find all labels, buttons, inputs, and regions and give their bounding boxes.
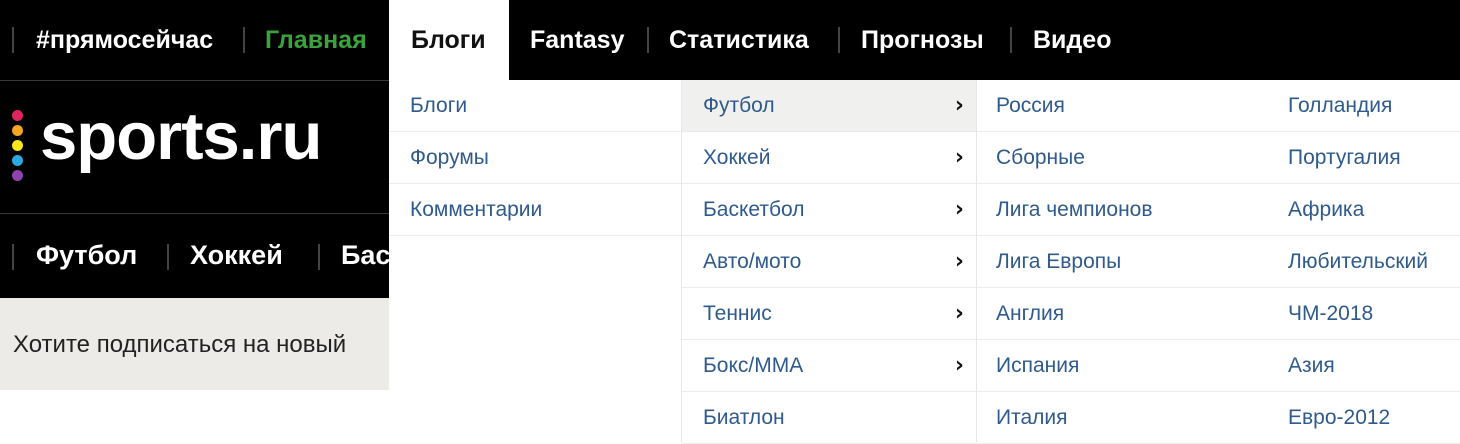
- blogs-dropdown-menu: Блоги Форумы Комментарии Футбол › Хоккей ›…: [389, 80, 1460, 444]
- subnav-separator: [318, 244, 320, 270]
- menu-item-label: Любительский: [1288, 250, 1428, 273]
- menu-item-label: Форумы: [410, 146, 489, 169]
- chevron-right-icon: ›: [954, 353, 964, 378]
- nav-item-home[interactable]: Главная: [265, 26, 367, 55]
- nav-separator: [1010, 27, 1012, 53]
- nav-item-predictions[interactable]: Прогнозы: [861, 26, 984, 55]
- menu-item-football[interactable]: Футбол ›: [682, 80, 976, 132]
- menu-item-champions-league[interactable]: Лига чемпионов: [976, 184, 1268, 236]
- logo-text: sports.ru: [40, 99, 322, 174]
- menu-item-netherlands[interactable]: Голландия: [1268, 80, 1460, 132]
- menu-item-amateur[interactable]: Любительский: [1268, 236, 1460, 288]
- menu-item-label: Бокс/ММА: [703, 354, 804, 377]
- nav-item-live[interactable]: #прямосейчас: [36, 26, 213, 55]
- menu-item-label: Хоккей: [703, 146, 771, 169]
- header-divider: [0, 213, 390, 214]
- menu-item-label: Африка: [1288, 198, 1365, 221]
- menu-item-auto-moto[interactable]: Авто/мото ›: [682, 236, 976, 288]
- menu-item-label: Лига Европы: [996, 250, 1122, 273]
- chevron-right-icon: ›: [954, 145, 964, 170]
- menu-item-label: Португалия: [1288, 146, 1401, 169]
- menu-item-label: Лига чемпионов: [996, 198, 1153, 221]
- logo-dot-icon: [12, 140, 23, 151]
- menu-item-label: Футбол: [703, 94, 775, 117]
- menu-item-italy[interactable]: Италия: [976, 392, 1268, 444]
- chevron-right-icon: ›: [954, 197, 964, 222]
- menu-item-label: Англия: [996, 302, 1065, 325]
- menu-item-label: Блоги: [410, 94, 468, 117]
- menu-item-africa[interactable]: Африка: [1268, 184, 1460, 236]
- nav-separator: [838, 27, 840, 53]
- menu-item-hockey[interactable]: Хоккей ›: [682, 132, 976, 184]
- menu-item-national-teams[interactable]: Сборные: [976, 132, 1268, 184]
- chevron-right-icon: ›: [954, 249, 964, 274]
- menu-item-biathlon[interactable]: Биатлон: [682, 392, 976, 444]
- menu-item-label: Россия: [996, 94, 1065, 117]
- menu-item-asia[interactable]: Азия: [1268, 340, 1460, 392]
- menu-item-label: Голландия: [1288, 94, 1393, 117]
- menu-item-russia[interactable]: Россия: [976, 80, 1268, 132]
- menu-item-label: Авто/мото: [703, 250, 802, 273]
- menu-item-label: Теннис: [703, 302, 772, 325]
- nav-separator: [243, 27, 245, 53]
- menu-item-forums[interactable]: Форумы: [389, 132, 681, 184]
- menu-item-england[interactable]: Англия: [976, 288, 1268, 340]
- subnav-separator: [167, 244, 169, 270]
- logo-dot-icon: [12, 170, 23, 181]
- menu-item-label: Испания: [996, 354, 1080, 377]
- subnav-item-football[interactable]: Футбол: [36, 240, 137, 271]
- menu-item-tennis[interactable]: Теннис ›: [682, 288, 976, 340]
- menu-item-label: Италия: [996, 406, 1068, 429]
- menu-item-comments[interactable]: Комментарии: [389, 184, 681, 236]
- menu-item-label: Комментарии: [410, 198, 543, 221]
- subnav-item-hockey[interactable]: Хоккей: [190, 240, 283, 271]
- menu-item-label: ЧМ-2018: [1288, 302, 1374, 325]
- nav-separator: [12, 27, 14, 53]
- menu-item-basketball[interactable]: Баскетбол ›: [682, 184, 976, 236]
- menu-item-label: Евро-2012: [1288, 406, 1391, 429]
- subscribe-prompt: Хотите подписаться на новый: [13, 331, 347, 358]
- menu-column-football-leagues: Россия Сборные Лига чемпионов Лига Европ…: [976, 80, 1268, 444]
- chevron-right-icon: ›: [954, 301, 964, 326]
- menu-item-portugal[interactable]: Португалия: [1268, 132, 1460, 184]
- menu-column-sections: Блоги Форумы Комментарии: [389, 80, 681, 442]
- chevron-right-icon: ›: [954, 93, 964, 118]
- nav-item-statistics[interactable]: Статистика: [669, 26, 809, 55]
- menu-item-label: Биатлон: [703, 406, 785, 429]
- menu-column-more-leagues: Голландия Португалия Африка Любительский…: [1268, 80, 1460, 444]
- nav-separator: [647, 27, 649, 53]
- nav-item-blogs[interactable]: Блоги: [411, 26, 486, 55]
- menu-item-blogs[interactable]: Блоги: [389, 80, 681, 132]
- menu-item-label: Баскетбол: [703, 198, 805, 221]
- nav-item-video[interactable]: Видео: [1033, 26, 1111, 55]
- menu-item-wc-2018[interactable]: ЧМ-2018: [1268, 288, 1460, 340]
- menu-item-euro-2012[interactable]: Евро-2012: [1268, 392, 1460, 444]
- subnav-separator: [12, 244, 14, 270]
- logo-dot-icon: [12, 125, 23, 136]
- menu-column-sports: Футбол › Хоккей › Баскетбол › Авто/мото › Те…: [681, 80, 977, 444]
- menu-item-label: Азия: [1288, 354, 1335, 377]
- menu-item-europa-league[interactable]: Лига Европы: [976, 236, 1268, 288]
- menu-item-boxing-mma[interactable]: Бокс/ММА ›: [682, 340, 976, 392]
- subnav-item-basketball[interactable]: Бас: [341, 240, 390, 271]
- menu-item-spain[interactable]: Испания: [976, 340, 1268, 392]
- menu-item-label: Сборные: [996, 146, 1085, 169]
- header-divider: [0, 80, 390, 81]
- logo-dot-icon: [12, 110, 23, 121]
- nav-item-fantasy[interactable]: Fantasy: [530, 26, 624, 55]
- logo-dot-icon: [12, 155, 23, 166]
